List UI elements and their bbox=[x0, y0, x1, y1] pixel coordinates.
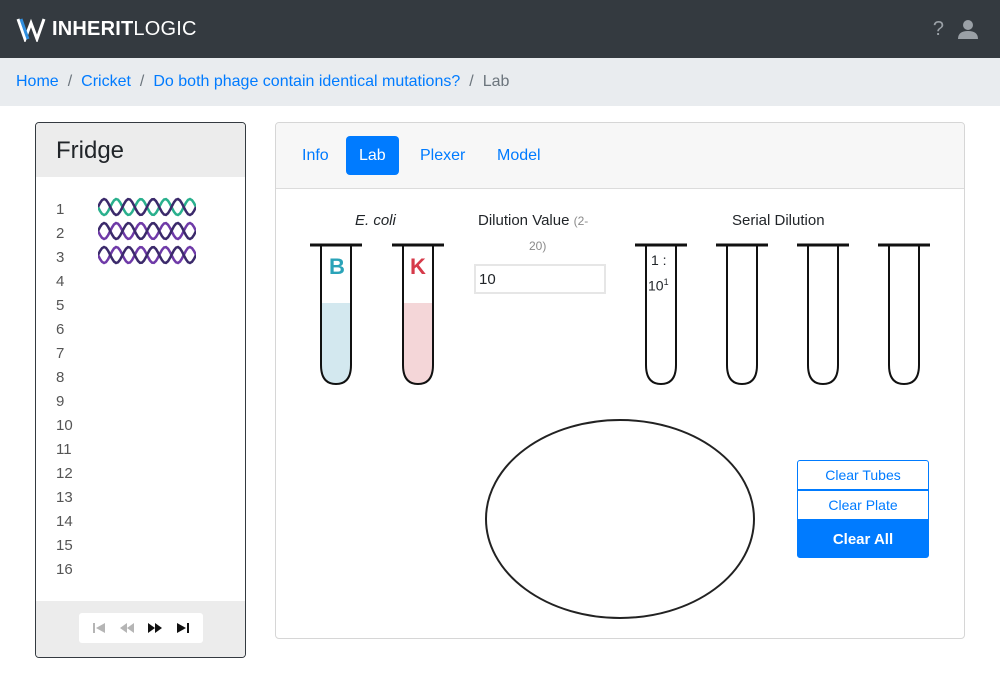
dilution-value-label: Dilution Value (2- bbox=[478, 212, 589, 229]
fridge-pager bbox=[79, 613, 203, 643]
fridge-slot-10[interactable]: 10 bbox=[56, 414, 73, 438]
fridge-slot-7[interactable]: 7 bbox=[56, 342, 64, 366]
clear-tubes-button[interactable]: Clear Tubes bbox=[797, 460, 929, 490]
lab-panel: Info Lab Plexer Model E. coli Dilution V… bbox=[275, 122, 965, 639]
brand-name: INHERITLOGIC bbox=[52, 17, 197, 40]
fridge-slot-15[interactable]: 15 bbox=[56, 534, 73, 558]
fridge-slot-6[interactable]: 6 bbox=[56, 318, 64, 342]
phage-dna-icon[interactable] bbox=[98, 197, 196, 217]
tube-k-letter: K bbox=[410, 254, 426, 279]
fridge-slot-2[interactable]: 2 bbox=[56, 222, 64, 246]
phage-dna-icon[interactable] bbox=[98, 221, 196, 241]
breadcrumb-separator: / bbox=[139, 73, 145, 90]
fridge-slot-12[interactable]: 12 bbox=[56, 462, 73, 486]
breadcrumb: Home / Cricket / Do both phage contain i… bbox=[0, 58, 1000, 106]
dilution-range-label: 20) bbox=[529, 239, 547, 253]
tab-plexer[interactable]: Plexer bbox=[407, 136, 478, 175]
tab-info[interactable]: Info bbox=[289, 136, 342, 175]
fridge-slot-9[interactable]: 9 bbox=[56, 390, 64, 414]
fridge-slot-4[interactable]: 4 bbox=[56, 270, 64, 294]
breadcrumb-problem[interactable]: Do both phage contain identical mutation… bbox=[153, 73, 460, 91]
serial-dilution-label: Serial Dilution bbox=[732, 212, 825, 229]
dilution-ratio-top: 1 : bbox=[651, 252, 667, 268]
breadcrumb-separator: / bbox=[67, 73, 73, 90]
fridge-slot-3[interactable]: 3 bbox=[56, 246, 64, 270]
fridge-slot-13[interactable]: 13 bbox=[56, 486, 73, 510]
clear-all-button[interactable]: Clear All bbox=[797, 520, 929, 558]
phage-dna-icon[interactable] bbox=[98, 245, 196, 265]
fridge-title: Fridge bbox=[36, 123, 245, 177]
serial-dilution-tube-2[interactable] bbox=[715, 241, 769, 387]
tab-bar: Info Lab Plexer Model bbox=[276, 123, 964, 189]
fridge-slot-list: 1 2 3 4 5 6 7 8 9 10 11 12 13 14 15 16 bbox=[36, 177, 245, 601]
skip-first-icon[interactable] bbox=[91, 621, 107, 635]
tab-lab[interactable]: Lab bbox=[346, 136, 399, 175]
user-icon[interactable] bbox=[958, 19, 978, 39]
fridge-slot-16[interactable]: 16 bbox=[56, 558, 73, 582]
breadcrumb-cricket[interactable]: Cricket bbox=[81, 73, 131, 91]
fridge-slot-11[interactable]: 11 bbox=[56, 438, 72, 462]
logo-icon bbox=[16, 18, 46, 42]
serial-dilution-tube-4[interactable] bbox=[877, 241, 931, 387]
ecoli-label: E. coli bbox=[355, 212, 396, 229]
tube-b-letter: B bbox=[329, 254, 345, 279]
clear-plate-button[interactable]: Clear Plate bbox=[797, 490, 929, 520]
fridge-slot-8[interactable]: 8 bbox=[56, 366, 64, 390]
brand[interactable]: INHERITLOGIC bbox=[16, 15, 197, 43]
fridge-panel: Fridge 1 2 3 4 5 6 7 8 9 10 11 12 13 14 … bbox=[35, 122, 246, 658]
clear-button-group: Clear Tubes Clear Plate Clear All bbox=[797, 460, 929, 558]
breadcrumb-separator: / bbox=[469, 73, 474, 90]
dilution-ratio-base: 101 bbox=[648, 277, 669, 294]
fridge-footer bbox=[36, 601, 245, 657]
skip-last-icon[interactable] bbox=[175, 621, 191, 635]
fridge-slot-5[interactable]: 5 bbox=[56, 294, 64, 318]
dilution-value-input[interactable] bbox=[474, 264, 606, 294]
fast-forward-icon[interactable] bbox=[147, 621, 163, 635]
serial-dilution-tube-3[interactable] bbox=[796, 241, 850, 387]
tab-model[interactable]: Model bbox=[484, 136, 554, 175]
help-icon[interactable]: ? bbox=[933, 16, 944, 42]
top-navbar: INHERITLOGIC ? bbox=[0, 0, 1000, 58]
rewind-icon[interactable] bbox=[119, 621, 135, 635]
breadcrumb-home[interactable]: Home bbox=[16, 73, 59, 91]
fridge-slot-1[interactable]: 1 bbox=[56, 198, 64, 222]
petri-plate[interactable] bbox=[485, 419, 755, 619]
fridge-slot-14[interactable]: 14 bbox=[56, 510, 73, 534]
breadcrumb-current: Lab bbox=[482, 73, 510, 90]
